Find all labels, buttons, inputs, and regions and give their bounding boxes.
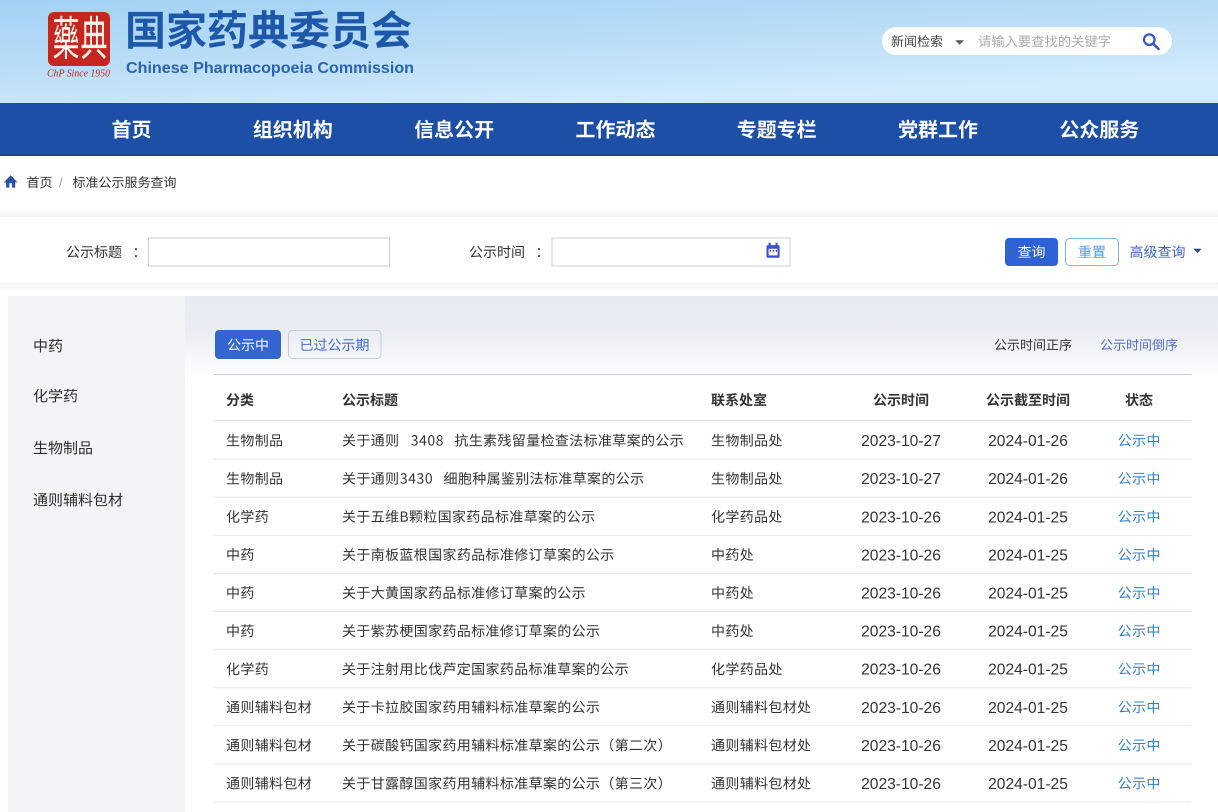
svg-text:2023-10-26: 2023-10-26 bbox=[861, 624, 941, 641]
svg-text:ChP Since 1950: ChP Since 1950 bbox=[47, 68, 110, 80]
svg-text:2023-10-27: 2023-10-27 bbox=[861, 433, 941, 450]
svg-text:Chinese Pharmacopoeia Commissi: Chinese Pharmacopoeia Commission bbox=[126, 59, 414, 77]
svg-text:2024-01-25: 2024-01-25 bbox=[988, 586, 1068, 603]
svg-text:2024-01-25: 2024-01-25 bbox=[988, 547, 1068, 564]
svg-text:2023-10-27: 2023-10-27 bbox=[861, 471, 941, 488]
svg-text:2024-01-25: 2024-01-25 bbox=[988, 738, 1068, 755]
svg-text:2023-10-26: 2023-10-26 bbox=[861, 586, 941, 603]
svg-text:2024-01-25: 2024-01-25 bbox=[988, 662, 1068, 679]
svg-text:2023-10-26: 2023-10-26 bbox=[861, 776, 941, 793]
svg-text:2023-10-26: 2023-10-26 bbox=[861, 509, 941, 526]
svg-text:/: / bbox=[59, 175, 63, 190]
svg-text:2024-01-25: 2024-01-25 bbox=[988, 776, 1068, 793]
svg-text:2024-01-25: 2024-01-25 bbox=[988, 624, 1068, 641]
svg-text:2023-10-26: 2023-10-26 bbox=[861, 700, 941, 717]
svg-text:2024-01-26: 2024-01-26 bbox=[988, 471, 1068, 488]
svg-text:2024-01-25: 2024-01-25 bbox=[988, 509, 1068, 526]
svg-text:2024-01-26: 2024-01-26 bbox=[988, 433, 1068, 450]
svg-text:2024-01-25: 2024-01-25 bbox=[988, 700, 1068, 717]
svg-text:2023-10-26: 2023-10-26 bbox=[861, 662, 941, 679]
svg-text:2023-10-26: 2023-10-26 bbox=[861, 738, 941, 755]
svg-text:2023-10-26: 2023-10-26 bbox=[861, 547, 941, 564]
